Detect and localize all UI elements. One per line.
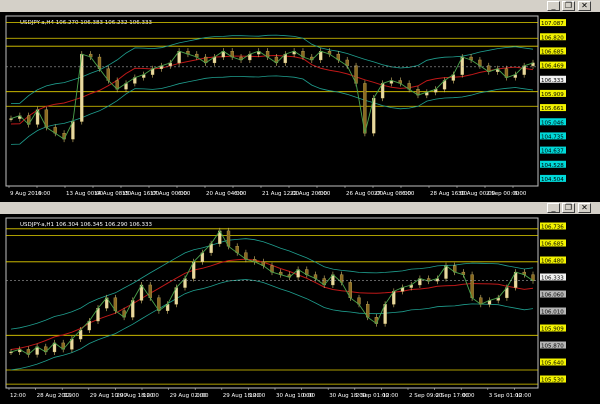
- time-axis-label: 6:00: [178, 191, 191, 197]
- minimize-button-h1[interactable]: _: [547, 203, 560, 213]
- price-axis-label: 106.010: [541, 310, 564, 316]
- price-axis-label: 105.640: [541, 361, 564, 367]
- window-titlebar-h1[interactable]: _ ❐ ✕: [0, 202, 600, 214]
- time-axis-label: 6:00: [234, 191, 247, 197]
- price-axis-label: 105.530: [541, 378, 564, 384]
- chart-window-h1[interactable]: _ ❐ ✕ USDJPY-a,H1 106.304 106.345 106.29…: [0, 202, 600, 404]
- candle-body: [9, 118, 13, 120]
- time-axis-label: 12:00: [63, 393, 79, 399]
- chart-background: [0, 12, 600, 202]
- price-chart-h4[interactable]: USDJPY-a,H4 106.270 106.383 106.232 106.…: [0, 12, 600, 202]
- time-axis-label: 12:00: [515, 393, 531, 399]
- close-button-h1[interactable]: ✕: [578, 203, 591, 213]
- restore-button-h1[interactable]: ❐: [562, 203, 575, 213]
- time-axis-label: 6:00: [38, 191, 51, 197]
- chart-header: USDJPY-a,H1 106.304 106.345 106.290 106.…: [20, 222, 152, 228]
- price-axis-label: 104.504: [541, 177, 564, 183]
- price-axis-label: 104.735: [541, 134, 564, 140]
- price-axis-label: 105.661: [541, 106, 564, 112]
- minimize-button-h4[interactable]: _: [547, 1, 560, 11]
- time-axis-label: 12:00: [10, 393, 26, 399]
- price-axis-label: 104.637: [541, 149, 564, 155]
- price-axis-label: 106.736: [541, 225, 564, 231]
- chart-window-h4[interactable]: _ ❐ ✕ USDJPY-a,H4 106.270 106.383 106.23…: [0, 0, 600, 202]
- price-axis-label: 106.820: [541, 35, 564, 41]
- window-titlebar-h4[interactable]: _ ❐ ✕: [0, 0, 600, 12]
- time-axis-label: 12:00: [249, 393, 265, 399]
- price-axis-label: 106.333: [541, 276, 564, 282]
- time-axis-label: 0:00: [196, 393, 209, 399]
- time-axis-label: 6:00: [318, 191, 331, 197]
- candle-body: [9, 351, 13, 354]
- close-button-h4[interactable]: ✕: [578, 1, 591, 11]
- price-axis-label: 106.060: [541, 293, 564, 299]
- chart-background: [0, 214, 600, 404]
- price-axis-label: 106.480: [541, 259, 564, 265]
- time-axis-label: 6:00: [514, 191, 527, 197]
- price-axis-label: 106.685: [541, 242, 564, 248]
- price-axis-label: 106.469: [541, 64, 564, 70]
- restore-button-h4[interactable]: ❐: [562, 1, 575, 11]
- price-axis-label: 107.087: [541, 21, 564, 27]
- price-axis-label: 105.909: [541, 327, 564, 333]
- price-axis-label: 106.333: [541, 78, 564, 84]
- price-axis-label: 105.046: [541, 120, 564, 126]
- time-axis-label: 0:00: [303, 393, 316, 399]
- time-axis-label: 12:00: [382, 393, 398, 399]
- price-axis-label: 105.870: [541, 344, 564, 350]
- time-axis-label: 0:00: [462, 393, 475, 399]
- time-axis-label: 12:00: [143, 393, 159, 399]
- time-axis-label: 6:00: [402, 191, 415, 197]
- price-axis-label: 105.909: [541, 92, 564, 98]
- price-axis-label: 106.685: [541, 49, 564, 55]
- price-axis-label: 104.528: [541, 163, 564, 169]
- price-chart-h1[interactable]: USDJPY-a,H1 106.304 106.345 106.290 106.…: [0, 214, 600, 404]
